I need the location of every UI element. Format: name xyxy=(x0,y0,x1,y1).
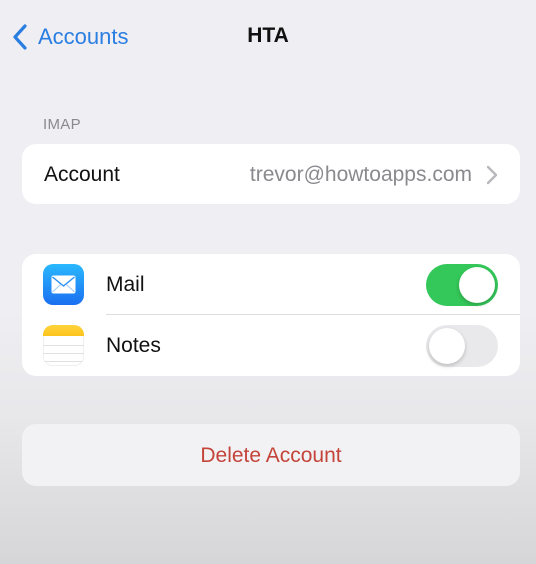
delete-account-label: Delete Account xyxy=(200,444,342,467)
account-row[interactable]: Account trevor@howtoapps.com xyxy=(22,144,520,204)
section-header-imap: IMAP xyxy=(43,116,81,133)
apps-toggle-card: Mail Notes xyxy=(22,254,520,376)
mail-toggle-switch[interactable] xyxy=(426,264,498,306)
toggle-row-mail: Mail xyxy=(22,254,520,315)
account-label: Account xyxy=(44,163,120,186)
page-title: HTA xyxy=(247,24,289,47)
mail-icon xyxy=(43,264,84,305)
account-email-value: trevor@howtoapps.com xyxy=(249,163,472,186)
toggle-knob xyxy=(429,328,465,364)
delete-account-button[interactable]: Delete Account xyxy=(22,424,520,486)
notes-toggle-switch[interactable] xyxy=(426,325,498,367)
toggle-knob xyxy=(459,267,495,303)
notes-label: Notes xyxy=(106,334,161,357)
mail-label: Mail xyxy=(106,273,145,296)
notes-icon xyxy=(43,325,84,366)
account-card: Account trevor@howtoapps.com xyxy=(22,144,520,204)
chevron-right-icon xyxy=(486,165,498,185)
toggle-row-notes: Notes xyxy=(22,315,520,376)
navigation-bar: Accounts HTA xyxy=(0,0,536,72)
